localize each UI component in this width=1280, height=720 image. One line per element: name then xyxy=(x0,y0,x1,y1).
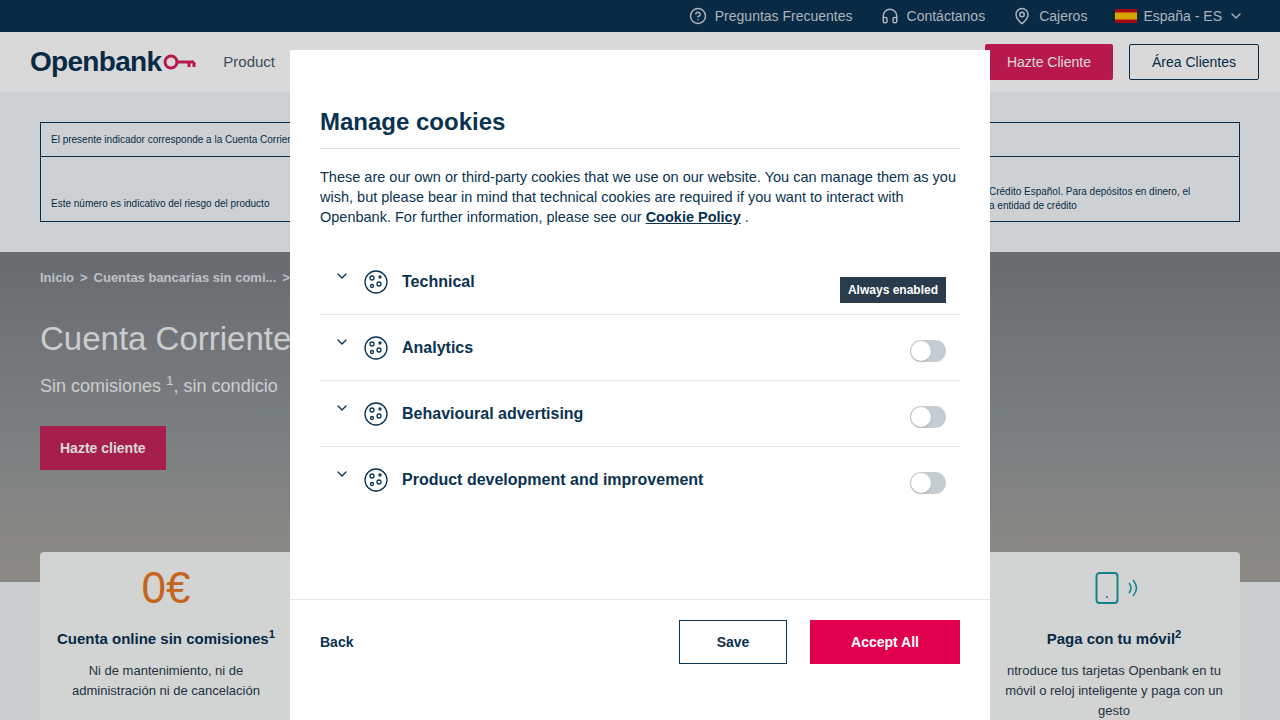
cookie-policy-link[interactable]: Cookie Policy xyxy=(646,209,741,225)
cookie-toggle[interactable] xyxy=(910,340,946,362)
modal-footer: Back Save Accept All xyxy=(290,599,990,720)
cookie-categories: TechnicalAlways enabledAnalyticsBehaviou… xyxy=(320,249,960,513)
save-button[interactable]: Save xyxy=(679,620,787,664)
cookie-category[interactable]: TechnicalAlways enabled xyxy=(320,249,960,315)
cookie-category[interactable]: Analytics xyxy=(320,315,960,381)
cookie-toggle[interactable] xyxy=(910,472,946,494)
always-enabled-badge: Always enabled xyxy=(840,277,946,303)
expand-chevron-icon[interactable] xyxy=(334,466,350,482)
cookie-icon xyxy=(362,466,390,494)
cookie-category[interactable]: Product development and improvement xyxy=(320,447,960,513)
page: Preguntas FrecuentesContáctanosCajerosEs… xyxy=(0,0,1280,720)
cookie-icon xyxy=(362,334,390,362)
cookie-icon xyxy=(362,268,390,296)
expand-chevron-icon[interactable] xyxy=(334,268,350,284)
back-button[interactable]: Back xyxy=(320,620,353,664)
cookie-icon xyxy=(362,400,390,428)
cookie-category[interactable]: Behavioural advertising xyxy=(320,381,960,447)
accept-all-button[interactable]: Accept All xyxy=(810,620,960,664)
expand-chevron-icon[interactable] xyxy=(334,334,350,350)
expand-chevron-icon[interactable] xyxy=(334,400,350,416)
modal-title: Manage cookies xyxy=(320,104,960,149)
cookie-modal: Manage cookies These are our own or third… xyxy=(290,50,990,720)
cookie-toggle[interactable] xyxy=(910,406,946,428)
modal-intro: These are our own or third-party cookies… xyxy=(320,167,960,227)
